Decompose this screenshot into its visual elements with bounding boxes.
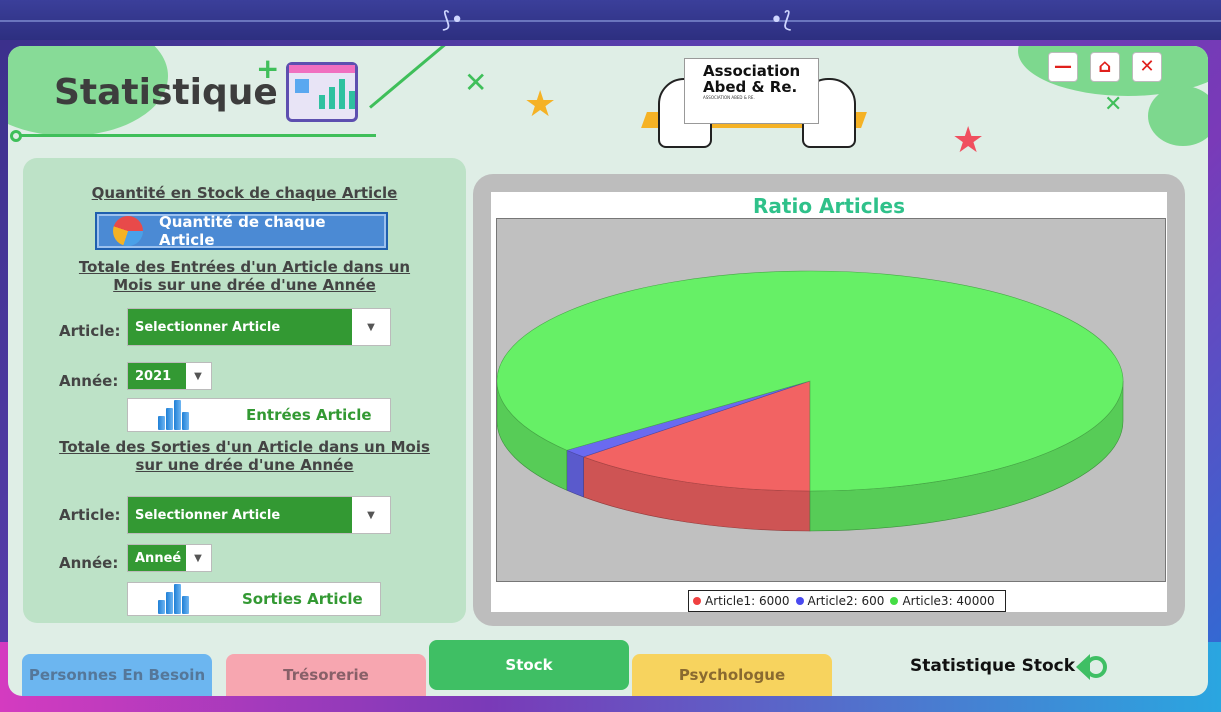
page-title: Statistique [54,72,278,113]
sorties-title-line: Totale des Sorties d'un Article dans un … [59,438,430,456]
bar-chart-icon [158,584,192,614]
sorties-year-select[interactable]: Anneé ▼ [127,544,212,572]
tab-personnes-en-besoin[interactable]: Personnes En Besoin [22,654,212,696]
chevron-down-icon: ▼ [367,321,375,333]
decorative-blob [1148,86,1208,146]
cross-icon: ✕ [464,66,488,99]
chevron-down-icon: ▼ [194,552,202,564]
legend-dot [890,597,899,605]
legend-entry: Article3: 40000 [890,594,995,608]
annee-label: Année: [59,372,119,390]
sorties-button-label: Sorties Article [242,590,363,608]
top-decoration-bar: ⟆• •⟅ [0,0,1221,40]
tab-label: Psychologue [678,666,786,684]
quantity-button-label: Quantité de chaque Article [158,213,326,249]
legend-entry: Article1: 6000 [693,594,790,608]
bar-chart-icon [158,400,192,430]
back-arrow-icon[interactable] [1074,650,1108,684]
tab-label: Trésorerie [283,666,369,684]
article-label: Article: [59,506,121,524]
entrees-title-line: Mois sur une drée d'une Année [113,276,376,294]
sorties-article-button[interactable]: Sorties Article [127,582,381,616]
minimize-button[interactable]: — [1048,52,1078,82]
current-page-label: Statistique Stock [910,656,1076,676]
legend-dot [795,597,804,605]
close-button[interactable]: ✕ [1132,52,1162,82]
entrees-article-select[interactable]: Selectionner Article ▼ [127,308,391,346]
selected-value: Selectionner Article [128,497,352,533]
quantity-per-article-button[interactable]: Quantité de chaque Article [95,212,388,250]
selected-value: Anneé [128,545,186,571]
star-icon: ★ [952,120,985,161]
home-button[interactable]: ⌂ [1090,52,1120,82]
legend-label: Article1: 6000 [705,594,790,608]
sorties-section-title: Totale des Sorties d'un Article dans un … [23,438,466,474]
chart-title: Ratio Articles [753,194,905,218]
cross-icon: ✕ [1104,92,1123,117]
sorties-title-line: sur une drée d'une Année [135,456,354,474]
logo-text: Association Abed & Re. [703,62,801,96]
entrees-year-select[interactable]: 2021 ▼ [127,362,212,390]
selected-value: 2021 [128,363,186,389]
legend-label: Article3: 40000 [902,594,995,608]
legend-entry: Article2: 600 [795,594,885,608]
pie-slice-side [566,449,584,498]
tab-label: Personnes En Besoin [28,666,206,684]
home-icon: ⌂ [1098,56,1112,77]
tab-label: Stock [505,656,553,674]
chevron-down-icon: ▼ [367,509,375,521]
entrees-section-title: Totale des Entrées d'un Article dans un … [23,258,466,294]
star-icon: ★ [524,84,557,125]
chart-plot-area [496,218,1166,582]
chart-frame: Ratio Articles Article1: 6000 Article2: 6… [473,174,1185,626]
decorative-line [369,46,456,109]
pie-chart [496,270,1124,532]
article-label: Article: [59,322,121,340]
annee-label: Année: [59,554,119,572]
entrees-button-label: Entrées Article [246,406,372,424]
chart-container: Ratio Articles Article1: 6000 Article2: 6… [491,192,1167,612]
tab-trésorerie[interactable]: Trésorerie [226,654,426,696]
association-logo: Association Abed & Re. ASSOCIATION ABED … [684,58,819,124]
minimize-icon: — [1054,56,1072,77]
decorative-line [16,134,376,137]
stock-section-title: Quantité en Stock de chaque Article [91,184,398,202]
legend-dot [693,597,701,605]
app-window: + ✕ ✕ ★ ★ Statistique Association Abed &… [8,46,1208,696]
tab-stock[interactable]: Stock [429,640,629,690]
chevron-down-icon: ▼ [194,370,202,382]
statistics-icon [286,62,358,122]
ornament-icon: •⟅ [770,8,792,33]
ornament-icon: ⟆• [442,8,464,33]
entrees-title-line: Totale des Entrées d'un Article dans un [78,258,411,276]
legend-label: Article2: 600 [807,594,885,608]
statistics-options-panel: Quantité en Stock de chaque Article Quan… [23,158,466,623]
pie-chart-icon [113,216,143,246]
entrees-article-button[interactable]: Entrées Article [127,398,391,432]
tab-psychologue[interactable]: Psychologue [632,654,832,696]
close-icon: ✕ [1139,56,1155,77]
decorative-dot [10,130,22,142]
sorties-article-select[interactable]: Selectionner Article ▼ [127,496,391,534]
chart-legend: Article1: 6000 Article2: 600 Article3: 400… [688,590,1006,612]
selected-value: Selectionner Article [128,309,352,345]
